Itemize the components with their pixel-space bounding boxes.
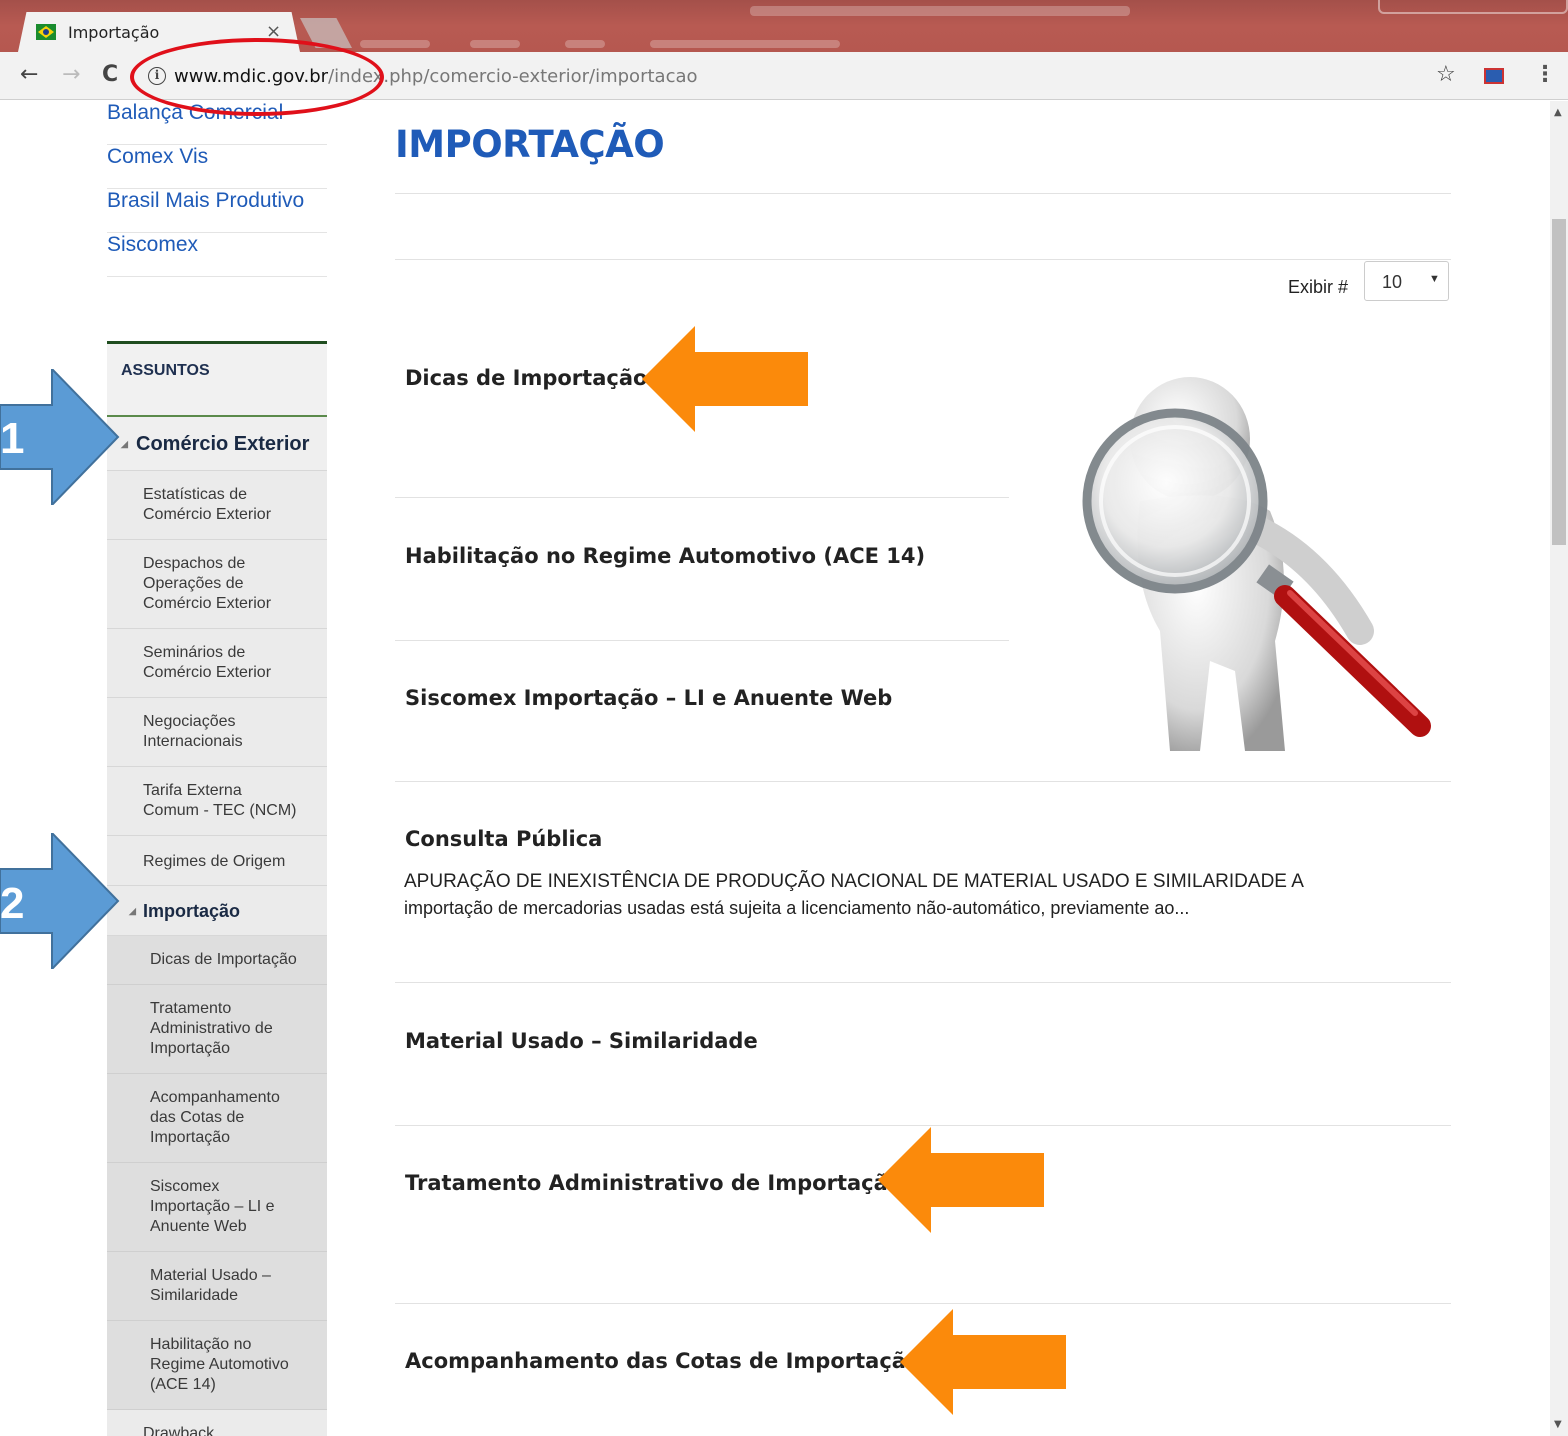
scroll-thumb[interactable]: [1552, 219, 1566, 545]
sidebar-subitem-habilitacao[interactable]: Habilitação no Regime Automotivo (ACE 14…: [107, 1321, 327, 1410]
sidebar-subgroup-importacao[interactable]: ◢ Importação: [107, 886, 327, 936]
article-body-line: importação de mercadorias usadas está su…: [404, 898, 1190, 918]
divider: [395, 1303, 1451, 1304]
sidebar-subitem-tratamento[interactable]: Tratamento Administrativo de Importação: [107, 985, 327, 1074]
sidebar-subitem-acompanhamento[interactable]: Acompanhamento das Cotas de Importação: [107, 1074, 327, 1163]
divider: [395, 1125, 1451, 1126]
sidebar-item-regimes-origem[interactable]: Regimes de Origem: [107, 836, 327, 886]
sidebar-subitem-dicas[interactable]: Dicas de Importação: [107, 936, 327, 985]
divider: [395, 259, 1451, 260]
article-title-material-usado[interactable]: Material Usado – Similaridade: [405, 1029, 758, 1053]
browser-menu-icon[interactable]: ⋮: [1534, 62, 1556, 87]
page-scrollbar[interactable]: ▲ ▼: [1550, 101, 1568, 1436]
article-title-habilitacao[interactable]: Habilitação no Regime Automotivo (ACE 14…: [405, 544, 925, 568]
sidebar-menu: ◢ Comércio Exterior Estatísticas de Comé…: [107, 417, 327, 1436]
article-body-line: APURAÇÃO DE INEXISTÊNCIA DE PRODUÇÃO NAC…: [404, 871, 1304, 892]
magnifier-figure-image: [1082, 377, 1431, 751]
back-arrow-icon[interactable]: ←: [20, 62, 38, 87]
orange-arrow-icon: [878, 1127, 1044, 1233]
sidebar-item-drawback[interactable]: Drawback: [107, 1410, 327, 1436]
tab-title: Importação: [68, 23, 160, 42]
sidebar-top-links: Balança Comercial Comex Vis Brasil Mais …: [107, 101, 327, 277]
article-title-dicas[interactable]: Dicas de Importação: [405, 366, 647, 390]
blurred-bookmark: [650, 40, 840, 48]
page-title: IMPORTAÇÃO: [395, 123, 665, 166]
red-highlight-ellipse: [130, 38, 384, 116]
scroll-down-icon[interactable]: ▼: [1554, 1419, 1562, 1430]
sidebar-link-siscomex[interactable]: Siscomex: [107, 233, 327, 277]
article-title-consulta-publica[interactable]: Consulta Pública: [405, 827, 602, 851]
sidebar-group-label: Comércio Exterior: [136, 433, 310, 455]
step-number-1: 1: [0, 414, 25, 463]
divider: [395, 497, 1009, 498]
exibir-select[interactable]: 10 ▼: [1364, 261, 1449, 301]
divider: [395, 640, 1009, 641]
reload-icon[interactable]: C: [102, 62, 118, 87]
forward-arrow-icon[interactable]: →: [62, 62, 80, 87]
article-title-acompanhamento[interactable]: Acompanhamento das Cotas de Importação: [405, 1349, 920, 1373]
page-viewport: Balança Comercial Comex Vis Brasil Mais …: [0, 101, 1568, 1436]
article-title-tratamento[interactable]: Tratamento Administrativo de Importação: [405, 1171, 902, 1195]
sidebar-subitem-siscomex[interactable]: Siscomex Importação – LI e Anuente Web: [107, 1163, 327, 1252]
sidebar-link-brasil-mais-produtivo[interactable]: Brasil Mais Produtivo: [107, 189, 327, 233]
sidebar-subitem-material-usado[interactable]: Material Usado – Similaridade: [107, 1252, 327, 1321]
orange-arrow-icon: [642, 326, 808, 432]
expanded-triangle-icon: ◢: [121, 439, 128, 449]
sidebar-item-seminarios[interactable]: Seminários de Comércio Exterior: [107, 629, 327, 698]
sidebar-item-negociacoes[interactable]: Negociações Internacionais: [107, 698, 327, 767]
sidebar-item-despachos[interactable]: Despachos de Operações de Comércio Exter…: [107, 540, 327, 629]
divider: [395, 781, 1451, 782]
blurred-bookmark: [360, 40, 430, 48]
exibir-label: Exibir #: [1288, 277, 1349, 297]
brazil-flag-favicon-icon: [36, 24, 56, 40]
bookmark-star-icon[interactable]: ☆: [1436, 62, 1456, 87]
sidebar-subgroup-label: Importação: [143, 901, 241, 921]
blurred-window-title: [750, 6, 1130, 16]
dropdown-arrow-icon: ▼: [1429, 273, 1440, 285]
assuntos-header: ASSUNTOS: [107, 341, 327, 417]
expanded-triangle-icon: ◢: [129, 906, 136, 916]
blurred-bookmark: [470, 40, 520, 48]
divider: [395, 193, 1451, 194]
sidebar-group-comercio-exterior[interactable]: ◢ Comércio Exterior: [107, 417, 327, 471]
sidebar-item-tarifa-externa[interactable]: Tarifa Externa Comum - TEC (NCM): [107, 767, 327, 836]
window-controls[interactable]: [1378, 0, 1568, 14]
scroll-up-icon[interactable]: ▲: [1554, 107, 1562, 118]
sidebar-item-estatisticas[interactable]: Estatísticas de Comércio Exterior: [107, 471, 327, 540]
sidebar-link-comex-vis[interactable]: Comex Vis: [107, 145, 327, 189]
orange-arrow-icon: [900, 1309, 1066, 1415]
assuntos-label: ASSUNTOS: [121, 362, 210, 379]
step-number-2: 2: [0, 879, 25, 928]
divider: [395, 982, 1451, 983]
article-title-siscomex[interactable]: Siscomex Importação – LI e Anuente Web: [405, 686, 892, 710]
extension-icon[interactable]: [1484, 68, 1504, 84]
blurred-bookmark: [565, 40, 605, 48]
exibir-select-value: 10: [1382, 272, 1403, 292]
